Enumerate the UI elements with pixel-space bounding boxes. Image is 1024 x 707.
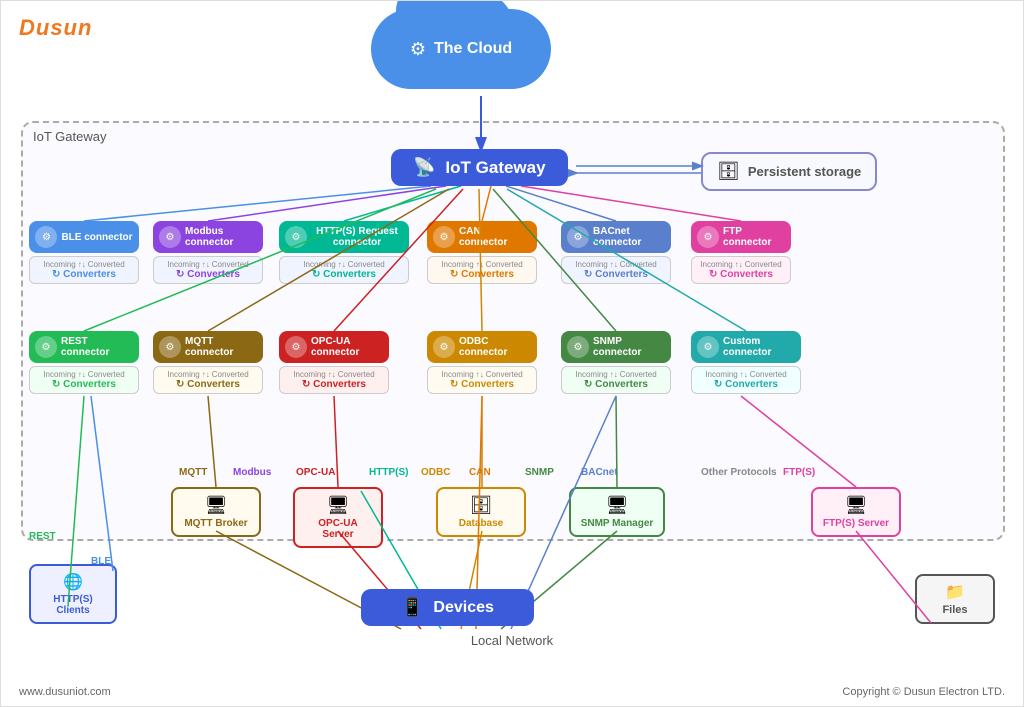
bacnet-converters: ↻ Converters (566, 269, 666, 280)
http-req-converters: ↻ Converters (284, 269, 404, 280)
custom-connector: ⚙ Custom connector Incoming↑↓Converted ↻… (691, 331, 801, 394)
ble-converters: ↻ Converters (34, 269, 134, 280)
odbc-converters: ↻ Converters (432, 379, 532, 390)
modbus-connector: ⚙ Modbus connector Incoming↑↓Converted ↻… (153, 221, 263, 284)
http-req-connector: ⚙ HTTP(S) Request connector Incoming↑↓Co… (279, 221, 409, 284)
can-converters: ↻ Converters (432, 269, 532, 280)
cloud-container: ⚙ The Cloud (371, 9, 551, 89)
rest-label: REST connector (61, 336, 133, 358)
snmp-manager-label: SNMP Manager (581, 518, 654, 529)
files-box: 📁 Files (915, 574, 995, 624)
mqtt-connector: ⚙ MQTT connector Incoming↑↓Converted ↻ C… (153, 331, 263, 394)
ble-converted: Converted (88, 260, 125, 269)
bacnet-label: BACnet connector (593, 226, 665, 248)
can-proto-label: CAN (469, 467, 491, 478)
snmp-converters: ↻ Converters (566, 379, 666, 390)
mqtt-converters: ↻ Converters (158, 379, 258, 390)
files-label: Files (942, 604, 967, 616)
rest-proto-label: REST (29, 531, 56, 542)
opcua-proto-label: OPC-UA (296, 467, 335, 478)
opcua-label: OPC-UA connector (311, 336, 383, 358)
ftps-server-box: 🖥 FTP(S) Server (811, 487, 901, 537)
opcua-server-box: 🖥 OPC-UA Server (293, 487, 383, 548)
bacnet-connector: ⚙ BACnet connector Incoming↑↓Converted ↻… (561, 221, 671, 284)
mqtt-label: MQTT connector (185, 336, 257, 358)
iot-outer-label: IoT Gateway (33, 129, 106, 144)
iot-gateway-box: 📡 IoT Gateway (391, 149, 568, 186)
footer-left: www.dusuniot.com (19, 686, 111, 698)
odbc-label: ODBC connector (459, 336, 531, 358)
mqtt-broker-label: MQTT Broker (184, 518, 247, 529)
rest-converters: ↻ Converters (34, 379, 134, 390)
can-label: CAN connector (459, 226, 531, 248)
mqtt-proto-label: MQTT (179, 467, 207, 478)
snmp-proto-label: SNMP (525, 467, 554, 478)
footer-right: Copyright © Dusun Electron LTD. (842, 686, 1005, 698)
database-label: Database (459, 518, 503, 529)
opcua-connector: ⚙ OPC-UA connector Incoming↑↓Converted ↻… (279, 331, 389, 394)
odbc-proto-label: ODBC (421, 467, 450, 478)
persistent-icon: 🗄 (717, 161, 740, 182)
http-req-label: HTTP(S) Request connector (311, 226, 403, 248)
iot-gateway-icon: 📡 (413, 157, 435, 178)
ble-label: BLE connector (61, 232, 132, 243)
logo: Dusun (19, 15, 92, 41)
http-clients-box: 🌐 HTTP(S) Clients (29, 564, 117, 624)
ftps-proto-label: FTP(S) (783, 467, 815, 478)
custom-label: Custom connector (723, 336, 795, 358)
custom-incoming: Incoming (705, 370, 737, 379)
snmp-connector: ⚙ SNMP connector Incoming↑↓Converted ↻ C… (561, 331, 671, 394)
https-proto-label: HTTP(S) (369, 467, 408, 478)
bacnet-proto-label: BACnet (581, 467, 618, 478)
snmp-manager-box: 🖥 SNMP Manager (569, 487, 665, 537)
other-proto-label: Other Protocols (701, 467, 777, 478)
ftp-converters: ↻ Converters (696, 269, 786, 280)
rest-connector: ⚙ REST connector Incoming↑↓Converted ↻ C… (29, 331, 139, 394)
opcua-server-label: OPC-UA Server (305, 518, 371, 540)
snmp-label: SNMP connector (593, 336, 665, 358)
opcua-converters: ↻ Converters (284, 379, 384, 390)
devices-label: Devices (433, 599, 494, 617)
devices-box: 📱 Devices (361, 589, 534, 626)
ftp-label: FTP connector (723, 226, 785, 248)
ftp-server-label: FTP(S) Server (823, 518, 889, 529)
database-box: 🗄 Database (436, 487, 526, 537)
ble-incoming: Incoming (43, 260, 75, 269)
cloud-icon: ⚙ (410, 39, 426, 60)
modbus-proto-label: Modbus (233, 467, 271, 478)
ble-connector: ⚙ BLE connector Incoming ↑↓ Converted ↻ … (29, 221, 139, 284)
odbc-connector: ⚙ ODBC connector Incoming↑↓Converted ↻ C… (427, 331, 537, 394)
persistent-label: Persistent storage (748, 164, 861, 179)
cloud-shape: ⚙ The Cloud (371, 9, 551, 89)
persistent-storage-box: 🗄 Persistent storage (701, 152, 877, 191)
iot-gateway-label: IoT Gateway (445, 158, 545, 178)
local-network-label: Local Network (1, 633, 1023, 648)
custom-converters: ↻ Converters (696, 379, 796, 390)
modbus-label: Modbus connector (185, 226, 257, 248)
http-clients-label: HTTP(S) Clients (41, 594, 105, 616)
cloud-label: The Cloud (434, 40, 512, 58)
can-connector: ⚙ CAN connector Incoming↑↓Converted ↻ Co… (427, 221, 537, 284)
ftp-connector: ⚙ FTP connector Incoming↑↓Converted ↻ Co… (691, 221, 791, 284)
modbus-converters: ↻ Converters (158, 269, 258, 280)
page: Dusun www.dusuniot.com Copyright © Dusun… (0, 0, 1024, 707)
mqtt-broker-box: 🖥 MQTT Broker (171, 487, 261, 537)
